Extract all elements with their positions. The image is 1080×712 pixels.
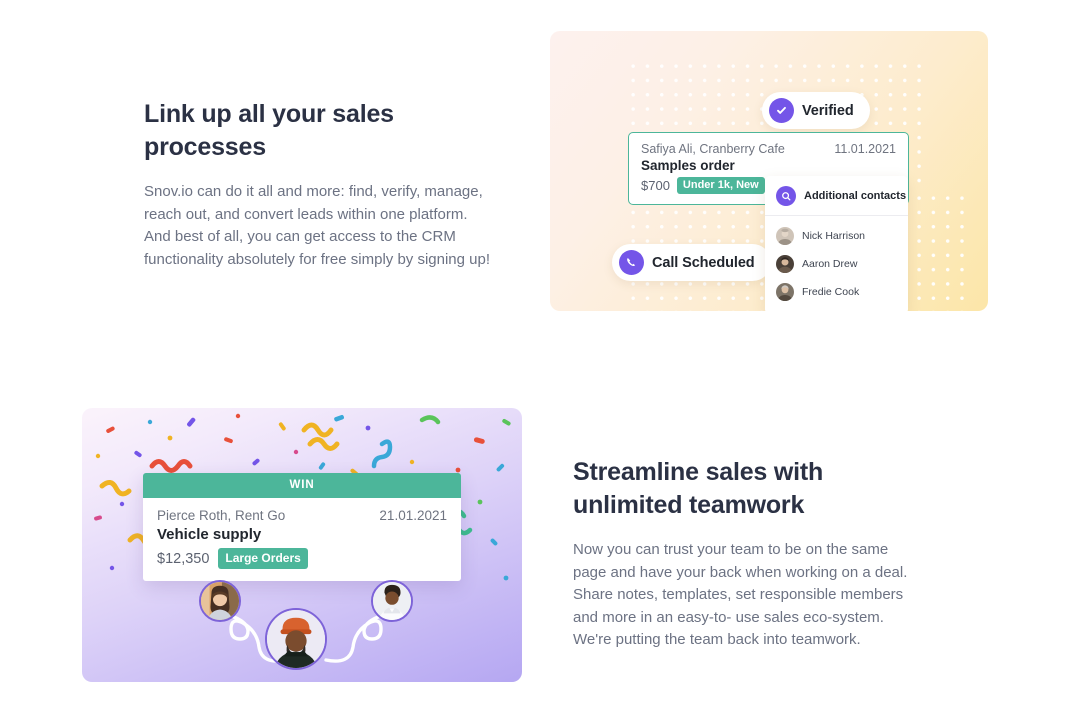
section-body-text: Now you can trust your team to be on the… — [573, 541, 908, 648]
additional-contacts-header: Additional contacts — [765, 176, 908, 216]
additional-contacts-panel[interactable]: Additional contacts Nick Harrison Aaron … — [765, 176, 908, 311]
badge-call-scheduled[interactable]: Call Scheduled — [612, 244, 771, 281]
illustration-teamwork-win: WIN Pierce Roth, Rent Go 21.01.2021 Vehi… — [82, 408, 522, 682]
deal-card-header: Safiya Ali, Cranberry Cafe 11.01.2021 — [641, 142, 896, 156]
list-item[interactable]: Nick Harrison — [765, 222, 908, 250]
check-circle-icon — [769, 98, 794, 123]
avatar-team-member-left[interactable] — [199, 580, 241, 622]
avatar — [776, 283, 794, 301]
additional-contacts-title: Additional contacts — [804, 190, 907, 202]
avatar — [776, 255, 794, 273]
phone-icon — [619, 250, 644, 275]
contact-name: Nick Harrison — [802, 230, 866, 242]
deal-tag-badge: Under 1k, New — [676, 177, 765, 194]
badge-verified-label: Verified — [802, 102, 854, 119]
section-streamline-teamwork-copy: Streamline sales with unlimited teamwork… — [573, 456, 925, 652]
deal-title: Samples order — [641, 158, 735, 173]
avatar-team-member-right[interactable] — [371, 580, 413, 622]
avatar-team-member-center[interactable] — [265, 608, 327, 670]
badge-verified[interactable]: Verified — [762, 92, 870, 129]
section-body-text: Snov.io can do it all and more: find, ve… — [144, 183, 491, 268]
avatar — [776, 227, 794, 245]
contact-name: Fredie Cook — [802, 286, 860, 298]
list-item[interactable]: Fredie Cook — [765, 278, 908, 306]
illustration-crm-pipeline: Verified Call Scheduled Safiya Ali, Cran… — [550, 31, 988, 311]
page-root: Link up all your sales processes Snov.io… — [0, 0, 1080, 712]
badge-call-scheduled-label: Call Scheduled — [652, 254, 755, 271]
deal-amount: $700 — [641, 178, 670, 193]
contact-name: Aaron Drew — [802, 258, 858, 270]
search-icon — [776, 186, 796, 206]
deal-contact-name: Safiya Ali, Cranberry Cafe — [641, 142, 785, 156]
list-item[interactable]: Aaron Drew — [765, 250, 908, 278]
additional-contacts-list: Nick Harrison Aaron Drew Fredie Cook — [765, 216, 908, 311]
page-title: Streamline sales with unlimited teamwork — [573, 458, 824, 519]
deal-date: 11.01.2021 — [834, 142, 896, 156]
page-title: Link up all your sales processes — [144, 100, 394, 161]
team-network-graphic — [82, 408, 522, 682]
section-link-up-sales-copy: Link up all your sales processes Snov.io… — [144, 98, 496, 271]
